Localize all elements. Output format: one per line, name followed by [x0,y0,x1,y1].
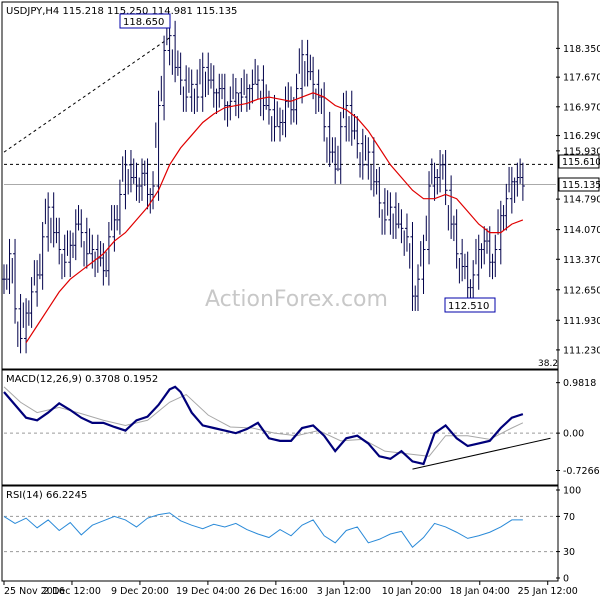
watermark: ActionForex.com [205,287,388,312]
macd-tick-label: 0.00 [563,429,584,440]
rsi-panel-title: RSI(14) 66.2245 [6,490,87,501]
time-tick-label: 3 Jan 12:00 [317,586,371,597]
price-panel-frame [1,1,559,370]
price-tick-label: 114.790 [563,195,600,206]
high-label: 118.650 [123,17,164,28]
price-tick-label: 112.650 [563,285,600,296]
rsi-tick-label: 70 [563,512,575,523]
price-tick-label: 118.350 [563,44,600,55]
price-tick-label: 113.370 [563,255,600,266]
level-price-tag-text: 115.610 [562,157,600,168]
price-tick-label: 117.670 [563,73,600,84]
rsi-tick-label: 100 [563,486,581,497]
macd-axis: 0.9818 0.00 -0.7266 [556,378,600,477]
fib-label: 38.2 [538,359,558,369]
time-tick-label: 10 Jan 20:00 [382,586,442,597]
time-tick-label: 18 Jan 04:00 [450,586,510,597]
price-tick-label: 116.970 [563,102,600,113]
macd-panel-title: MACD(12,26,9) 0.3708 0.1952 [6,374,158,385]
time-tick-label: 9 Dec 20:00 [111,586,169,597]
time-axis: 25 Nov 20162 Dec 12:00 9 Dec 20:00 19 Dec … [3,581,578,597]
chart-root: USDJPY,H4 115.218 115.250 114.981 115.13… [0,0,600,600]
price-chart-svg: USDJPY,H4 115.218 115.250 114.981 115.13… [1,1,600,597]
time-tick-label: 25 Jan 12:00 [518,586,578,597]
macd-tick-label: 0.9818 [563,378,596,389]
rsi-tick-label: 0 [563,574,569,585]
price-tick-label: 116.290 [563,131,600,142]
current-price-tag-text: 115.135 [562,180,600,191]
macd-panel-frame [1,369,559,486]
price-tick-label: 114.070 [563,225,600,236]
price-axis: 118.350117.670116.970116.290115.930114.7… [556,44,600,356]
price-tick-label: 111.230 [563,345,600,356]
rsi-tick-label: 30 [563,547,575,558]
rsi-axis: 100 70 30 0 [556,486,581,585]
macd-tick-label: -0.7266 [563,466,600,477]
price-tick-label: 111.930 [563,316,600,327]
time-tick-label: 26 Dec 16:00 [244,586,308,597]
time-tick-label: 19 Dec 04:00 [176,586,240,597]
time-tick-label: 2 Dec 12:00 [43,586,101,597]
low-label: 112.510 [448,301,489,312]
